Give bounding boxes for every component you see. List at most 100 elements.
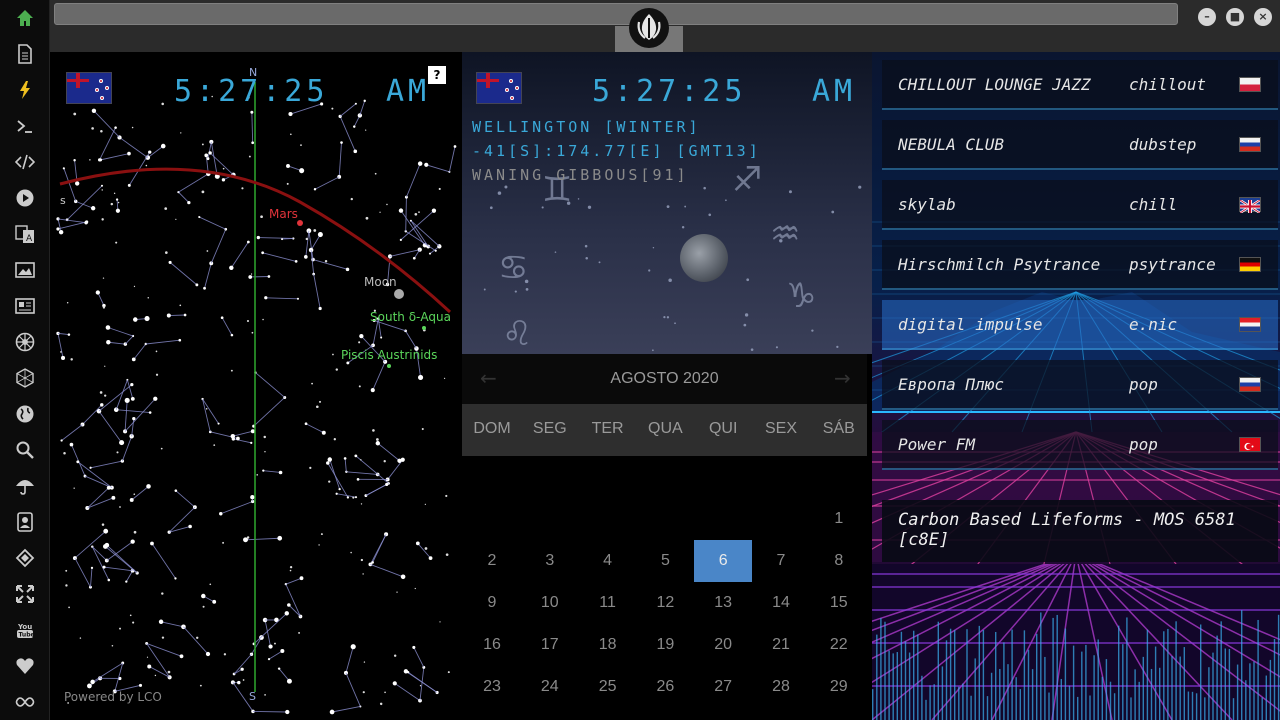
- calendar-day[interactable]: 5: [636, 540, 694, 582]
- calendar-day[interactable]: 1: [810, 498, 868, 540]
- calendar-day[interactable]: 17: [521, 624, 579, 666]
- constellation-line: [406, 163, 421, 198]
- star: [288, 111, 293, 117]
- calendar-day[interactable]: 31: [521, 708, 579, 720]
- address-bar[interactable]: [54, 3, 1178, 25]
- constellation-line: [405, 330, 417, 349]
- minimize-button[interactable]: –: [1198, 8, 1216, 26]
- star: [380, 336, 383, 339]
- expand-icon[interactable]: [13, 582, 37, 606]
- code-icon[interactable]: [13, 150, 37, 174]
- station-item[interactable]: Hirschmilch Psytrance psytrance: [882, 240, 1278, 290]
- star: [107, 578, 111, 582]
- calendar-day[interactable]: 25: [579, 666, 637, 708]
- youtube-icon[interactable]: You Tube: [13, 618, 37, 642]
- calendar-day[interactable]: 20: [694, 624, 752, 666]
- visualizer-bar: [1072, 645, 1075, 720]
- star: [744, 313, 749, 317]
- hexagon-icon[interactable]: [13, 366, 37, 390]
- lightning-icon[interactable]: [13, 78, 37, 102]
- calendar-day-selected[interactable]: 6: [694, 540, 753, 582]
- calendar-day[interactable]: 14: [752, 582, 810, 624]
- calendar-day[interactable]: 4: [579, 540, 637, 582]
- calendar-day[interactable]: 19: [636, 624, 694, 666]
- translate-icon[interactable]: A: [13, 222, 37, 246]
- calendar-day[interactable]: 28: [752, 666, 810, 708]
- news-icon[interactable]: [13, 294, 37, 318]
- search-icon[interactable]: [13, 438, 37, 462]
- star: [296, 297, 300, 300]
- calendar-day[interactable]: 3: [521, 540, 579, 582]
- calendar-day[interactable]: 9: [463, 582, 521, 624]
- globe-icon[interactable]: [13, 402, 37, 426]
- station-item[interactable]: Европа Плюс pop: [882, 360, 1278, 410]
- calendar-day[interactable]: 21: [752, 624, 810, 666]
- star: [115, 198, 119, 201]
- image-icon[interactable]: [13, 258, 37, 282]
- station-item[interactable]: digital impulse e.nic: [882, 300, 1278, 350]
- calendar-day[interactable]: 27: [694, 666, 752, 708]
- star: [221, 178, 226, 182]
- calendar-day[interactable]: 13: [694, 582, 752, 624]
- station-name: Hirschmilch Psytrance: [898, 255, 1101, 274]
- star: [746, 278, 750, 282]
- calendar-day[interactable]: 30: [463, 708, 521, 720]
- terminal-icon[interactable]: [13, 114, 37, 138]
- station-item[interactable]: Power FM pop: [882, 420, 1278, 470]
- star: [174, 489, 178, 492]
- calendar-day[interactable]: 10: [521, 582, 579, 624]
- calendar-day[interactable]: 18: [579, 624, 637, 666]
- maximize-button[interactable]: ■: [1226, 8, 1244, 26]
- calendar-day[interactable]: 22: [810, 624, 868, 666]
- calendar-day[interactable]: 24: [521, 666, 579, 708]
- star: [313, 188, 317, 191]
- visualizer-bar: [1118, 625, 1120, 720]
- star-map[interactable]: [50, 52, 462, 720]
- star: [684, 205, 687, 208]
- constellation-line: [124, 400, 128, 432]
- calendar-day[interactable]: 11: [579, 582, 637, 624]
- constellation-line: [369, 534, 387, 565]
- star: [188, 524, 192, 529]
- help-button[interactable]: ?: [428, 66, 446, 84]
- north-marker: N: [249, 66, 258, 79]
- star: [179, 654, 184, 659]
- calendar-day[interactable]: 16: [463, 624, 521, 666]
- heart-icon[interactable]: [13, 654, 37, 678]
- close-button[interactable]: ×: [1254, 8, 1272, 26]
- empire-icon[interactable]: [13, 330, 37, 354]
- calendar-day[interactable]: 7: [752, 540, 810, 582]
- star: [337, 174, 342, 179]
- star: [648, 269, 651, 272]
- calendar-day[interactable]: 23: [463, 666, 521, 708]
- calendar-day[interactable]: 8: [810, 540, 868, 582]
- star: [333, 438, 336, 441]
- tag-icon[interactable]: [13, 546, 37, 570]
- contact-icon[interactable]: [13, 510, 37, 534]
- station-item[interactable]: skylab chill: [882, 180, 1278, 230]
- play-icon[interactable]: [13, 186, 37, 210]
- visualizer-bar: [1232, 698, 1235, 720]
- calendar-day[interactable]: 15: [810, 582, 868, 624]
- clock-ampm: AM: [812, 74, 857, 109]
- visualizer-bar: [880, 618, 882, 720]
- calendar-day[interactable]: 12: [636, 582, 694, 624]
- star: [102, 306, 106, 309]
- star: [703, 186, 706, 190]
- station-item[interactable]: CHILLOUT LOUNGE JAZZ chillout: [882, 60, 1278, 110]
- station-item[interactable]: NEBULA CLUB dubstep: [882, 120, 1278, 170]
- star: [98, 158, 102, 162]
- next-month-button[interactable]: →: [834, 366, 851, 390]
- star: [131, 357, 136, 362]
- infinity-icon[interactable]: [13, 690, 37, 714]
- calendar-day[interactable]: 2: [463, 540, 521, 582]
- star: [383, 460, 386, 463]
- home-icon[interactable]: [13, 6, 37, 30]
- document-icon[interactable]: [13, 42, 37, 66]
- star: [447, 671, 450, 674]
- constellation-line: [253, 397, 286, 427]
- calendar-day[interactable]: 26: [636, 666, 694, 708]
- umbrella-icon[interactable]: [13, 474, 37, 498]
- calendar-day[interactable]: 29: [810, 666, 868, 708]
- constellation-line: [400, 210, 426, 246]
